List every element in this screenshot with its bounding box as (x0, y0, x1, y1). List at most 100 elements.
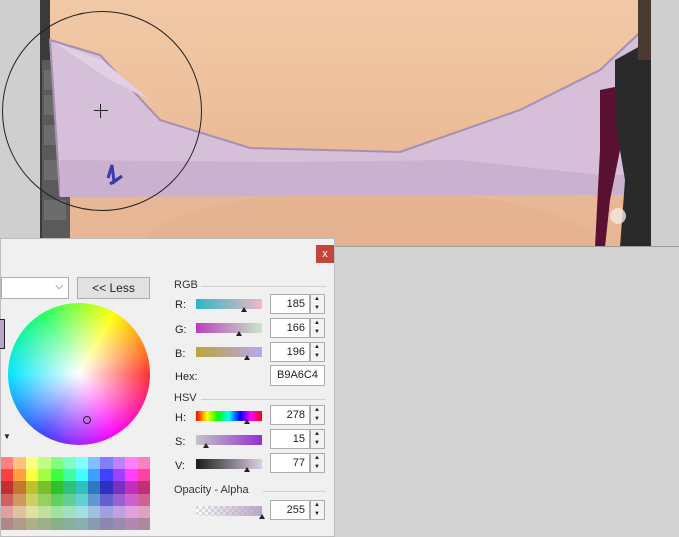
palette-swatch[interactable] (1, 493, 14, 506)
red-value-field[interactable]: 185 (270, 294, 310, 314)
palette-swatch[interactable] (75, 457, 88, 470)
value-value-field[interactable]: 77 (270, 453, 310, 473)
palette-swatch[interactable] (1, 517, 14, 530)
palette-swatch[interactable] (50, 457, 64, 470)
palette-swatch[interactable] (63, 457, 76, 470)
palette-swatch[interactable] (75, 493, 88, 506)
palette-swatch[interactable] (100, 505, 113, 518)
palette-swatch[interactable] (137, 517, 150, 530)
alpha-slider[interactable] (196, 506, 265, 519)
palette-swatch[interactable] (75, 505, 88, 518)
palette-swatch[interactable] (100, 493, 113, 506)
palette-swatch[interactable] (13, 505, 26, 518)
value-slider-thumb[interactable] (243, 467, 250, 472)
palette-swatch[interactable] (38, 457, 51, 470)
palette-swatch[interactable] (38, 517, 51, 530)
saturation-spinner[interactable]: ▲ ▼ (310, 429, 325, 449)
palette-swatch[interactable] (112, 457, 126, 470)
palette-swatch[interactable] (1, 457, 14, 470)
palette-swatch[interactable] (100, 517, 113, 530)
close-button[interactable]: x (316, 245, 334, 263)
palette-select[interactable]: ⌵ (1, 277, 69, 299)
palette-swatch[interactable] (13, 469, 26, 482)
palette-swatch[interactable] (137, 493, 150, 506)
palette-swatch[interactable] (112, 517, 126, 530)
palette-swatch[interactable] (125, 493, 138, 506)
red-slider[interactable] (196, 299, 262, 312)
palette-swatch[interactable] (87, 481, 101, 494)
alpha-value-field[interactable]: 255 (270, 500, 310, 520)
palette-swatch[interactable] (63, 469, 76, 482)
saturation-slider-thumb[interactable] (202, 443, 209, 448)
hue-slider[interactable] (196, 411, 262, 424)
palette-swatch[interactable] (25, 481, 39, 494)
palette-swatch[interactable] (87, 505, 101, 518)
palette-swatch[interactable] (38, 505, 51, 518)
palette-swatch[interactable] (63, 493, 76, 506)
palette-swatch[interactable] (75, 469, 88, 482)
palette-swatch[interactable] (137, 505, 150, 518)
hue-spinner[interactable]: ▲ ▼ (310, 405, 325, 425)
palette-grid[interactable] (1, 457, 150, 530)
green-spinner[interactable]: ▲ ▼ (310, 318, 325, 338)
palette-swatch[interactable] (100, 457, 113, 470)
palette-swatch[interactable] (1, 481, 14, 494)
palette-swatch[interactable] (13, 481, 26, 494)
palette-swatch[interactable] (137, 457, 150, 470)
red-slider-thumb[interactable] (240, 307, 247, 312)
palette-swatch[interactable] (112, 493, 126, 506)
blue-value-field[interactable]: 196 (270, 342, 310, 362)
palette-swatch[interactable] (25, 505, 39, 518)
alpha-slider-thumb[interactable] (259, 514, 265, 519)
palette-swatch[interactable] (1, 469, 14, 482)
palette-swatch[interactable] (125, 469, 138, 482)
color-wheel-marker[interactable] (83, 416, 91, 424)
palette-swatch[interactable] (63, 517, 76, 530)
palette-swatch[interactable] (100, 469, 113, 482)
palette-swatch[interactable] (87, 457, 101, 470)
palette-swatch[interactable] (50, 481, 64, 494)
palette-swatch[interactable] (50, 493, 64, 506)
palette-swatch[interactable] (75, 517, 88, 530)
palette-swatch[interactable] (25, 457, 39, 470)
palette-swatch[interactable] (125, 517, 138, 530)
triangle-down-icon[interactable]: ▼ (3, 432, 11, 441)
palette-swatch[interactable] (125, 457, 138, 470)
palette-swatch[interactable] (13, 493, 26, 506)
palette-swatch[interactable] (137, 469, 150, 482)
palette-swatch[interactable] (25, 469, 39, 482)
blue-slider-thumb[interactable] (243, 355, 250, 360)
color-wheel[interactable] (8, 303, 150, 445)
red-spinner[interactable]: ▲ ▼ (310, 294, 325, 314)
value-slider[interactable] (196, 459, 262, 472)
palette-swatch[interactable] (87, 517, 101, 530)
palette-swatch[interactable] (112, 481, 126, 494)
palette-swatch[interactable] (125, 505, 138, 518)
palette-swatch[interactable] (25, 493, 39, 506)
palette-swatch[interactable] (125, 481, 138, 494)
green-slider[interactable] (196, 323, 262, 336)
palette-swatch[interactable] (13, 517, 26, 530)
palette-swatch[interactable] (137, 481, 150, 494)
less-button[interactable]: << Less (77, 277, 150, 299)
saturation-value-field[interactable]: 15 (270, 429, 310, 449)
hue-value-field[interactable]: 278 (270, 405, 310, 425)
palette-swatch[interactable] (50, 505, 64, 518)
palette-swatch[interactable] (112, 469, 126, 482)
palette-swatch[interactable] (25, 517, 39, 530)
palette-swatch[interactable] (112, 505, 126, 518)
palette-swatch[interactable] (50, 469, 64, 482)
palette-swatch[interactable] (63, 505, 76, 518)
saturation-slider[interactable] (196, 435, 262, 448)
palette-swatch[interactable] (1, 505, 14, 518)
blue-spinner[interactable]: ▲ ▼ (310, 342, 325, 362)
palette-swatch[interactable] (50, 517, 64, 530)
green-value-field[interactable]: 166 (270, 318, 310, 338)
palette-swatch[interactable] (38, 493, 51, 506)
alpha-spinner[interactable]: ▲ ▼ (310, 500, 325, 520)
palette-swatch[interactable] (100, 481, 113, 494)
palette-swatch[interactable] (63, 481, 76, 494)
palette-swatch[interactable] (87, 493, 101, 506)
palette-swatch[interactable] (87, 469, 101, 482)
hue-slider-thumb[interactable] (243, 419, 250, 424)
